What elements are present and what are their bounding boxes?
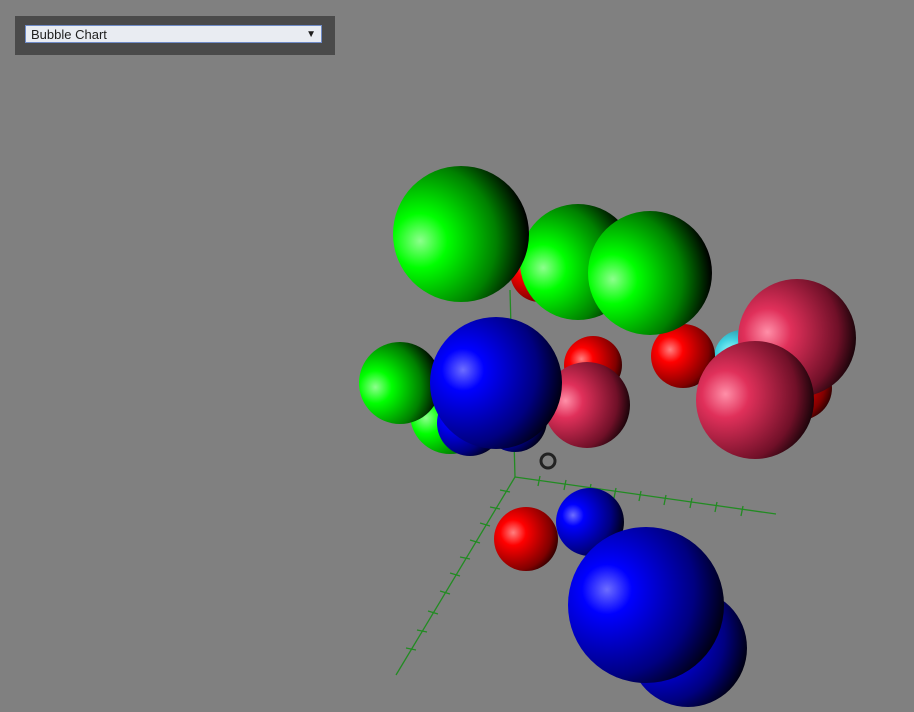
bubbles [359,166,856,707]
bubble-red [494,507,558,571]
z-axis [395,476,516,676]
bubble-blue [430,317,562,449]
bubble-pink [696,341,814,459]
rotation-center-marker [539,452,557,470]
x-axis [514,476,777,515]
3d-viewport[interactable] [0,0,914,712]
bubble-blue [568,527,724,683]
bubble-green [588,211,712,335]
z-axis-ticks [405,489,511,651]
bubble-green [393,166,529,302]
bubble-green [359,342,441,424]
